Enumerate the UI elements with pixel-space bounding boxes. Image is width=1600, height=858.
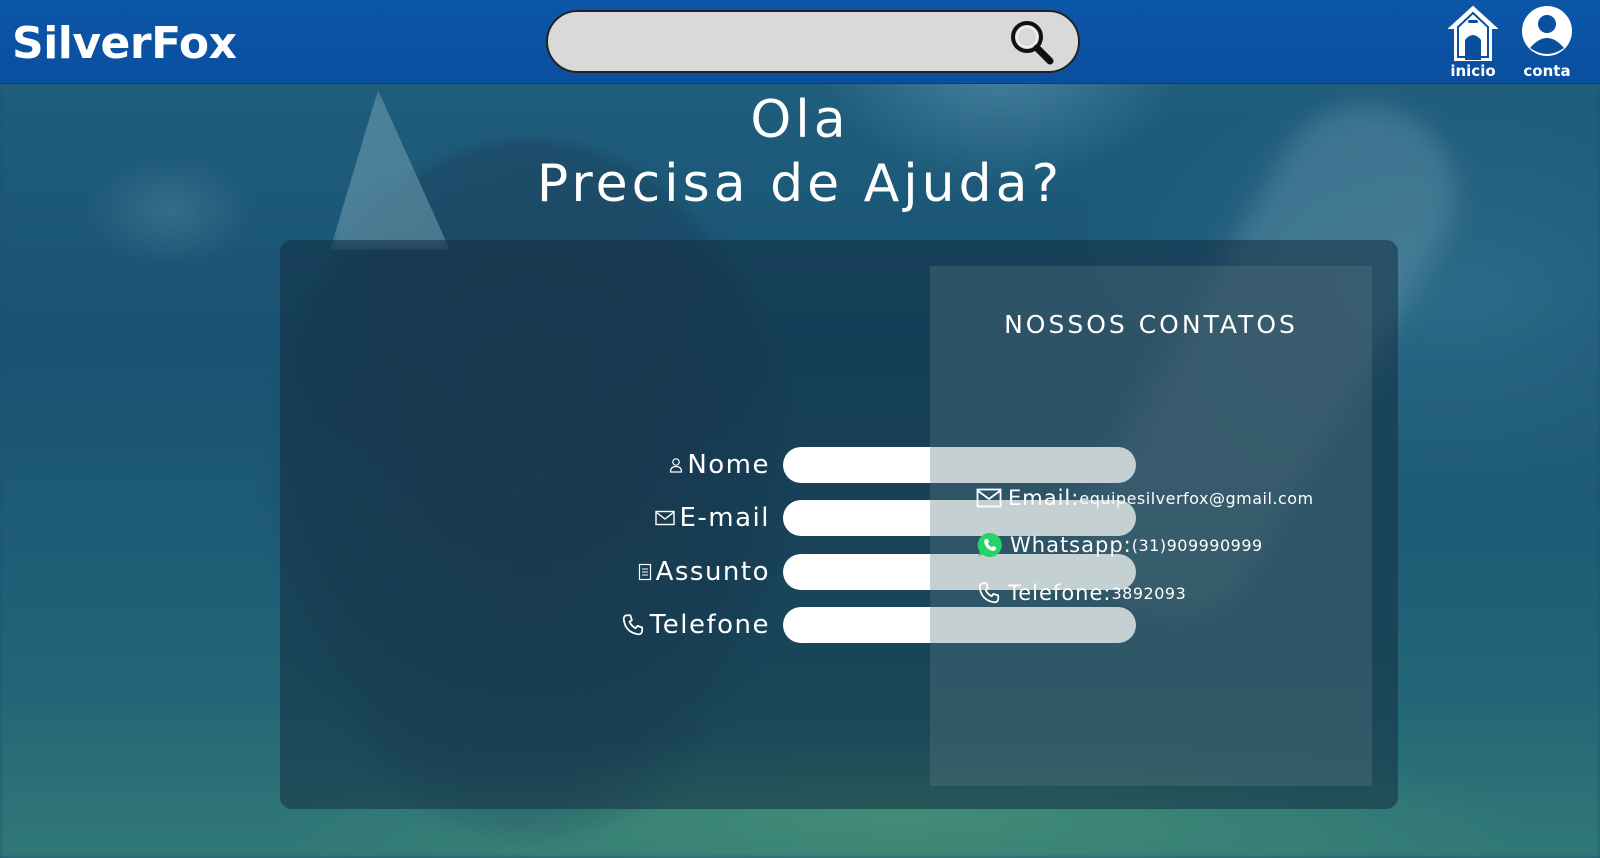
greeting-heading: Ola: [750, 90, 850, 150]
user-icon: [670, 458, 683, 473]
name-label: Nome: [669, 447, 770, 483]
home-button[interactable]: inicio: [1438, 4, 1508, 82]
contact-email: Email: equipesilverfox@gmail.com: [976, 486, 1314, 510]
contacts-title: NOSSOS CONTATOS: [1004, 310, 1298, 339]
account-label: conta: [1523, 62, 1571, 80]
contact-whatsapp-value[interactable]: (31)909990999: [1132, 536, 1263, 555]
contact-email-key: Email:: [1008, 486, 1080, 510]
document-icon: [638, 563, 651, 581]
phone-icon: [978, 582, 1000, 604]
contact-phone-value[interactable]: 3892093: [1111, 584, 1186, 603]
contact-phone: Telefone: 3892093: [976, 580, 1186, 606]
phone-icon: [622, 614, 643, 636]
mail-icon: [976, 488, 1002, 508]
contact-email-value[interactable]: equipesilverfox@gmail.com: [1079, 489, 1313, 508]
account-button[interactable]: conta: [1512, 4, 1582, 82]
home-label: inicio: [1450, 62, 1496, 80]
contact-whatsapp: Whatsapp: (31)909990999: [976, 531, 1263, 559]
help-heading: Precisa de Ajuda?: [536, 154, 1064, 214]
subject-label: Assunto: [638, 554, 770, 590]
email-label: E-mail: [655, 500, 770, 536]
mail-icon: [655, 510, 676, 526]
search-icon[interactable]: [1006, 17, 1058, 69]
search-input[interactable]: [568, 22, 1008, 62]
search-bar[interactable]: [546, 10, 1080, 73]
phone-label: Telefone: [620, 607, 770, 643]
contact-panel: Nome E-mail Assunto Telefone NOSSOS CONT…: [280, 240, 1398, 809]
site-logo[interactable]: SilverFox: [12, 18, 237, 69]
account-icon: [1520, 6, 1574, 62]
whatsapp-icon: [977, 532, 1002, 557]
top-navbar: SilverFox inicio conta: [0, 0, 1600, 84]
contacts-card: NOSSOS CONTATOS Email: equipesilverfox@g…: [930, 266, 1372, 786]
contact-whatsapp-key: Whatsapp:: [1010, 533, 1132, 557]
contact-phone-key: Telefone:: [1008, 581, 1112, 605]
